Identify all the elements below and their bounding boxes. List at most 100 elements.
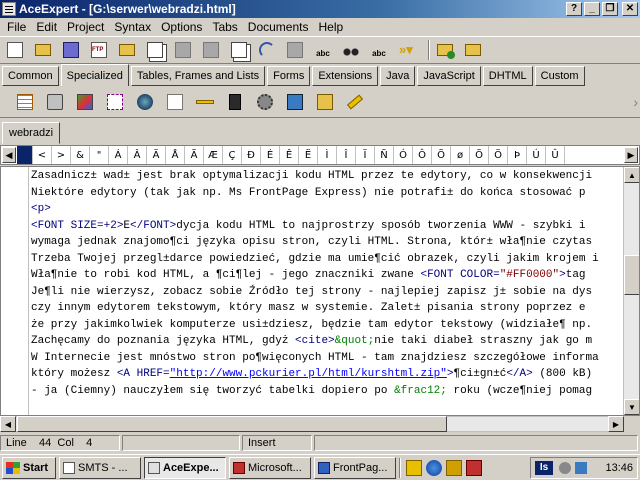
code-line[interactable]: który możesz <A HREF="http://www.pckurie… [31,366,623,383]
taskbar-button-microsoft[interactable]: Microsoft... [229,456,311,479]
char-button[interactable]: ø [451,146,470,164]
redo-button[interactable] [284,39,306,61]
menu-file[interactable]: File [2,20,31,34]
menu-help[interactable]: Help [314,20,349,34]
char-button[interactable]: Ç [223,146,242,164]
code-line[interactable]: - ja (Ciemny) nauczyłem się tworzyć tabe… [31,383,623,400]
replace-button[interactable]: abc [368,39,390,61]
char-button[interactable]: Ð [242,146,261,164]
quicklaunch-folder-icon[interactable] [446,459,462,476]
tab-common[interactable]: Common [2,66,59,86]
char-button[interactable]: Ô [413,146,432,164]
undo-button[interactable] [256,39,278,61]
char-scroll-right-icon[interactable]: ▶ [624,147,638,163]
restore-button[interactable]: ❐ [602,2,618,16]
char-button[interactable]: Ó [394,146,413,164]
horizontal-scroll-thumb[interactable] [17,416,447,432]
copy-button[interactable] [200,39,222,61]
forward-button[interactable]: »▾ [396,39,418,61]
char-button[interactable]: Þ [508,146,527,164]
char-button[interactable]: < [33,146,52,164]
tab-dhtml[interactable]: DHTML [482,66,533,86]
scroll-right-icon[interactable]: ▶ [608,416,624,432]
horizontal-scrollbar[interactable]: ◀ ▶ [0,416,624,432]
char-button[interactable]: Â [128,146,147,164]
menu-project[interactable]: Project [62,20,109,34]
open-project-button[interactable] [116,39,138,61]
settings-button[interactable] [254,91,276,113]
code-editor[interactable]: Zasadnicz± wad± jest brak optymalizacji … [0,166,640,416]
vertical-scrollbar[interactable]: ▲ ▼ [623,167,639,415]
browse-folder-button[interactable] [462,39,484,61]
globe-button[interactable] [134,91,156,113]
block-button[interactable] [224,91,246,113]
start-button[interactable]: Start [2,456,56,479]
network-button[interactable] [284,91,306,113]
code-line[interactable]: <p> [31,201,623,218]
char-button[interactable]: Õ [470,146,489,164]
char-button[interactable]: Ì [318,146,337,164]
toolbar-scroll-right-icon[interactable]: › [633,94,638,110]
char-button[interactable]: Ú [527,146,546,164]
open-file-button[interactable] [32,39,54,61]
char-button[interactable]: Á [109,146,128,164]
tab-custom[interactable]: Custom [534,66,585,86]
ftp-button[interactable] [88,39,110,61]
spell-check-button[interactable]: abc [312,39,334,61]
menu-documents[interactable]: Documents [243,20,314,34]
char-button[interactable]: Ä [147,146,166,164]
minimize-button[interactable]: _ [584,2,600,16]
paste-button[interactable] [228,39,250,61]
tab-java[interactable]: Java [380,66,416,86]
quicklaunch-edit-icon[interactable] [406,459,422,476]
char-button[interactable]: > [52,146,71,164]
browser-preview-button[interactable] [434,39,456,61]
chef-button[interactable] [44,91,66,113]
code-line[interactable]: Je¶li nie wierzysz, zobacz sobie Źródło … [31,284,623,301]
network-tray-icon[interactable] [575,461,587,474]
menu-options[interactable]: Options [156,20,207,34]
close-button[interactable]: ✕ [622,2,638,16]
horizontal-rule-button[interactable] [194,91,216,113]
tab-forms[interactable]: Forms [267,66,311,86]
code-line[interactable]: W Internecie jest mnóstwo stron po¶więco… [31,350,623,367]
frame-button[interactable] [104,91,126,113]
table-button[interactable] [14,91,36,113]
tab-javascript[interactable]: JavaScript [417,66,481,86]
code-line[interactable]: Zachęcamy do poznania języka HTML, gdyż … [31,333,623,350]
code-area[interactable]: Zasadnicz± wad± jest brak optymalizacji … [31,168,623,399]
code-link[interactable]: "http://www.pckurier.pl/html/kurshtml.zi… [170,368,447,380]
char-button[interactable]: Ê [280,146,299,164]
scroll-down-icon[interactable]: ▼ [624,399,639,415]
app-icon[interactable] [2,2,16,16]
char-button[interactable]: Õ [432,146,451,164]
code-line[interactable]: Zasadnicz± wad± jest brak optymalizacji … [31,168,623,185]
code-line[interactable]: wymaga jednak znajomo¶ci języka opisu st… [31,234,623,251]
code-line[interactable]: że przy jakimkolwiek komputerze usi±dzie… [31,317,623,334]
char-button[interactable]: Ö [489,146,508,164]
edit-button[interactable] [344,91,366,113]
picture-button[interactable] [314,91,336,113]
char-button[interactable]: Ã [185,146,204,164]
menu-edit[interactable]: Edit [31,20,62,34]
new-file-button[interactable] [4,39,26,61]
char-button[interactable]: Ñ [375,146,394,164]
image-button[interactable] [74,91,96,113]
help-button[interactable]: ? [566,2,582,16]
windows-button[interactable] [144,39,166,61]
menu-tabs[interactable]: Tabs [207,20,242,34]
list-button[interactable] [164,91,186,113]
code-line[interactable]: Wła¶nie to robi kod HTML, a ¶ci¶lej - je… [31,267,623,284]
volume-icon[interactable] [559,461,571,474]
code-line[interactable]: Trzeba Twojej przegl±darce powiedzieć, g… [31,251,623,268]
cut-button[interactable] [172,39,194,61]
taskbar-button-frontpage[interactable]: FrontPag... [314,456,396,479]
char-button[interactable]: Û [546,146,565,164]
char-button[interactable]: Ï [356,146,375,164]
tab-extensions[interactable]: Extensions [312,66,379,86]
scroll-up-icon[interactable]: ▲ [624,167,639,183]
save-button[interactable] [60,39,82,61]
char-scroll-left-icon[interactable]: ◀ [2,147,16,163]
char-button[interactable]: & [71,146,90,164]
document-tab-webradzi[interactable]: webradzi [2,122,61,144]
